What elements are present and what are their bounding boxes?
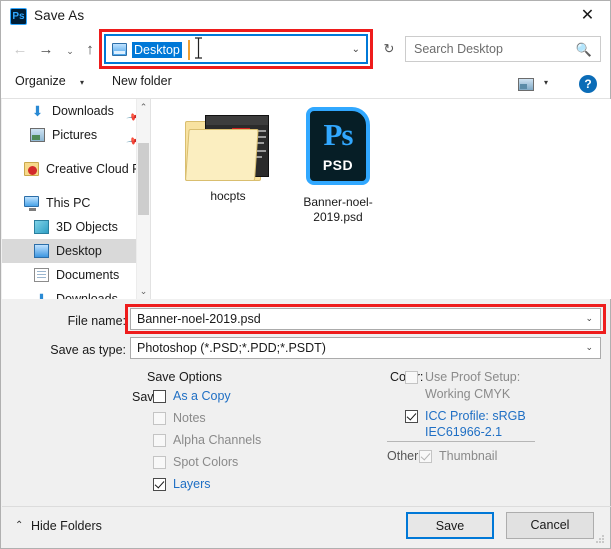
desktop-icon (34, 244, 49, 258)
sidebar-item-label: Desktop (56, 244, 102, 258)
organize-button[interactable]: Organize (15, 74, 66, 88)
checkbox-as-a-copy[interactable] (153, 390, 166, 403)
download-arrow-icon: ⬇ (31, 103, 44, 119)
sidebar-item-label: Documents (56, 268, 120, 282)
view-layout-icon[interactable] (518, 78, 534, 91)
chevron-down-icon[interactable]: ▾ (80, 78, 84, 87)
psd-file-icon: Ps PSD (297, 107, 379, 189)
label-as-a-copy: As a Copy (173, 389, 231, 403)
sidebar-item-label: 3D Objects (56, 220, 118, 234)
checkbox-thumbnail (419, 450, 432, 463)
options-divider (387, 441, 535, 442)
label-notes: Notes (173, 411, 206, 425)
sidebar-item-this-pc[interactable]: This PC (2, 191, 150, 215)
chevron-down-icon[interactable]: ▾ (544, 78, 548, 87)
search-input[interactable]: Search Desktop 🔍 (405, 36, 601, 62)
file-toolbar: Organize ▾ New folder ▾ ? (1, 67, 610, 99)
checkbox-alpha-channels (153, 434, 166, 447)
scroll-down-icon[interactable]: ⌄ (137, 283, 150, 299)
sidebar-item-label: Downloads (56, 292, 118, 299)
file-name-field-label: File name: (67, 314, 126, 328)
psd-badge: PSD (322, 157, 354, 173)
label-layers: Layers (173, 477, 211, 491)
hide-folders-button[interactable]: Hide Folders (31, 519, 102, 533)
cancel-button[interactable]: Cancel (506, 512, 594, 539)
list-item[interactable]: hocpts (173, 115, 283, 204)
address-highlight-box (99, 29, 373, 69)
footer-divider (2, 506, 611, 507)
checkbox-icc-profile[interactable] (405, 410, 418, 423)
resize-grip[interactable] (596, 535, 606, 545)
sidebar-item-downloads[interactable]: ⬇ Downloads 📌 (2, 99, 150, 126)
ibeam-cursor (195, 37, 202, 59)
list-item[interactable]: Ps PSD Banner-noel-2019.psd (283, 107, 393, 225)
folder-icon (185, 115, 271, 183)
photoshop-icon: Ps (10, 8, 27, 25)
computer-icon (24, 196, 39, 211)
sidebar-item-downloads-2[interactable]: ⬇ Downloads (2, 287, 150, 299)
save-as-dialog: Ps Save As ✕ ← → ⌄ ↑ Desktop ⌄ ↻ Search … (0, 0, 611, 549)
label-spot-colors: Spot Colors (173, 455, 239, 469)
back-icon[interactable]: ← (9, 39, 31, 61)
label-icc-profile-line2: IEC61966-2.1 (425, 425, 503, 439)
scrollbar-thumb[interactable] (138, 143, 149, 215)
sidebar-item-creative-cloud[interactable]: Creative Cloud Fi (2, 157, 150, 181)
sidebar-item-label: Pictures (52, 128, 98, 142)
label-alpha-channels: Alpha Channels (173, 433, 262, 447)
sidebar-item-documents[interactable]: Documents (2, 263, 150, 287)
label-thumbnail: Thumbnail (439, 449, 498, 463)
label-use-proof-setup: Use Proof Setup: (425, 370, 521, 384)
sidebar-item-desktop[interactable]: Desktop (2, 239, 150, 263)
help-icon[interactable]: ? (579, 75, 597, 93)
other-row-label: Other: (387, 449, 422, 463)
chevron-down-icon[interactable]: ⌄ (585, 342, 593, 353)
new-folder-button[interactable]: New folder (112, 74, 172, 88)
window-title: Save As (34, 8, 85, 23)
picture-icon (30, 128, 45, 142)
forward-icon[interactable]: → (35, 39, 57, 61)
magnifier-icon: 🔍 (575, 42, 592, 57)
checkbox-use-proof-setup (405, 371, 418, 384)
scroll-up-icon[interactable]: ⌃ (137, 99, 150, 115)
save-type-field-label: Save as type: (50, 343, 126, 357)
search-placeholder: Search Desktop (414, 42, 503, 56)
up-icon[interactable]: ↑ (79, 39, 101, 61)
checkbox-spot-colors (153, 456, 166, 469)
file-list-panel[interactable]: hocpts Ps PSD Banner-noel-2019.psd (150, 99, 611, 299)
navigation-sidebar[interactable]: ⬇ Downloads 📌 Pictures 📌 Creative Cloud … (2, 99, 150, 299)
chevron-down-icon[interactable]: ⌄ (59, 39, 81, 61)
sidebar-scrollbar[interactable]: ⌃ ⌄ (136, 99, 150, 299)
checkbox-notes (153, 412, 166, 425)
sidebar-item-pictures[interactable]: Pictures 📌 (2, 123, 150, 150)
sidebar-item-3d-objects[interactable]: 3D Objects (2, 215, 150, 239)
sidebar-item-label: This PC (46, 196, 91, 210)
refresh-icon[interactable]: ↻ (377, 36, 401, 62)
chevron-up-icon[interactable]: ⌃ (15, 520, 23, 531)
download-arrow-icon: ⬇ (35, 291, 48, 299)
save-options-title: Save Options (147, 370, 223, 384)
title-bar: Ps Save As ✕ (1, 1, 610, 31)
save-button[interactable]: Save (406, 512, 494, 539)
creative-cloud-icon (24, 162, 39, 176)
save-type-value: Photoshop (*.PSD;*.PDD;*.PSDT) (137, 341, 326, 355)
label-working-cmyk: Working CMYK (425, 387, 511, 401)
cube-icon (34, 220, 49, 234)
file-name-highlight-box (125, 304, 606, 334)
checkbox-layers[interactable] (153, 478, 166, 491)
file-name-label: hocpts (210, 189, 246, 203)
sidebar-item-label: Creative Cloud Fi (46, 162, 143, 176)
file-name-label: Banner-noel-2019.psd (303, 195, 373, 224)
sidebar-item-label: Downloads (52, 104, 114, 118)
close-icon[interactable]: ✕ (565, 1, 610, 31)
label-icc-profile: ICC Profile: sRGB (425, 409, 526, 423)
ps-badge: Ps (323, 117, 354, 152)
document-icon (34, 268, 49, 282)
save-as-type-select[interactable]: Photoshop (*.PSD;*.PDD;*.PSDT) ⌄ (130, 337, 601, 359)
